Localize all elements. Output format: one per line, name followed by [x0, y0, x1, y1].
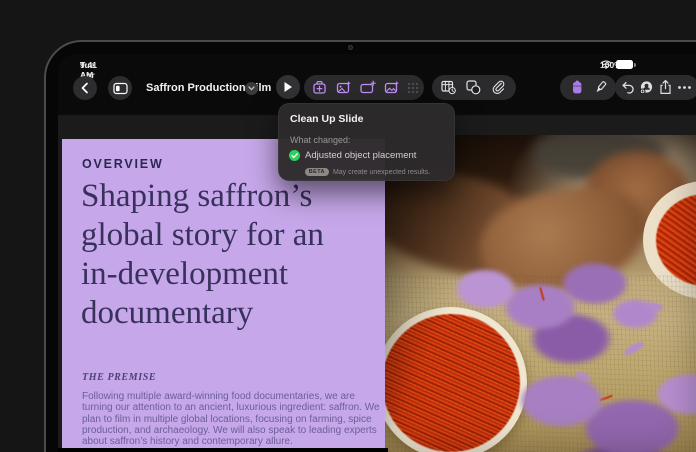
pencil-case-icon[interactable] [569, 79, 585, 96]
cleanup-tool-icon[interactable] [311, 79, 328, 96]
slide-body-text: Following multiple award-winning food do… [82, 391, 381, 447]
clean-up-slide-popup: Clean Up Slide What changed: Adjusted ob… [278, 103, 455, 181]
slide-text-panel[interactable]: OVERVIEW Shaping saffron’s global story … [62, 139, 385, 448]
slide-photo-saffron[interactable] [385, 135, 696, 452]
headline-line: global story for an [81, 216, 381, 255]
beta-badge: BETA [305, 168, 329, 176]
headline-line: in-development [81, 255, 381, 294]
slide-navigator-icon [113, 82, 128, 95]
battery-icon [616, 60, 633, 69]
play-icon [283, 81, 293, 93]
draw-tools-group [560, 75, 616, 100]
collaborate-icon[interactable] [638, 79, 655, 96]
table-chart-icon[interactable] [440, 79, 457, 96]
share-icon[interactable] [657, 79, 674, 96]
back-button[interactable] [73, 76, 97, 100]
check-circle-icon [289, 150, 300, 161]
slide-eyebrow: OVERVIEW [82, 157, 164, 171]
insert-tools-group [432, 75, 516, 100]
undo-icon[interactable] [619, 79, 636, 96]
screen-bottom-edge [58, 448, 388, 452]
popup-change-row: Adjusted object placement [289, 150, 416, 161]
marker-icon[interactable] [592, 79, 609, 96]
popup-change-item: Adjusted object placement [305, 150, 416, 161]
slide-section-label: THE PREMISE [82, 372, 156, 383]
slide-navigator-button[interactable] [108, 76, 132, 100]
popup-disclaimer: May create unexpected results. [333, 169, 430, 176]
popup-beta-row: BETA May create unexpected results. [279, 168, 456, 176]
headline-line: Shaping saffron’s [81, 177, 381, 216]
slide-headline: Shaping saffron’s global story for an in… [81, 177, 381, 333]
media-sparkle-icon[interactable] [383, 79, 400, 96]
slide-add-icon[interactable] [359, 79, 376, 96]
ai-tools-group [304, 75, 424, 100]
popup-subtitle: What changed: [290, 135, 351, 145]
title-chevron-icon [248, 86, 255, 91]
more-icon[interactable] [676, 79, 693, 96]
shapes-icon[interactable] [465, 79, 482, 96]
image-sparkle-icon[interactable] [335, 79, 352, 96]
attachment-icon[interactable] [490, 79, 507, 96]
photo-vignette [385, 135, 696, 452]
actions-group [615, 75, 696, 100]
status-bar-right: 100% [600, 60, 633, 69]
play-button[interactable] [276, 75, 300, 99]
photograph-backdrop: 9:41 AM Tue Apr 1 100% Saffron Productio… [0, 0, 696, 452]
back-icon [80, 82, 90, 94]
front-camera [348, 45, 353, 50]
grip-icon[interactable] [407, 82, 419, 94]
title-menu-button[interactable] [245, 82, 258, 95]
popup-title: Clean Up Slide [290, 113, 364, 125]
headline-line: documentary [81, 294, 381, 333]
